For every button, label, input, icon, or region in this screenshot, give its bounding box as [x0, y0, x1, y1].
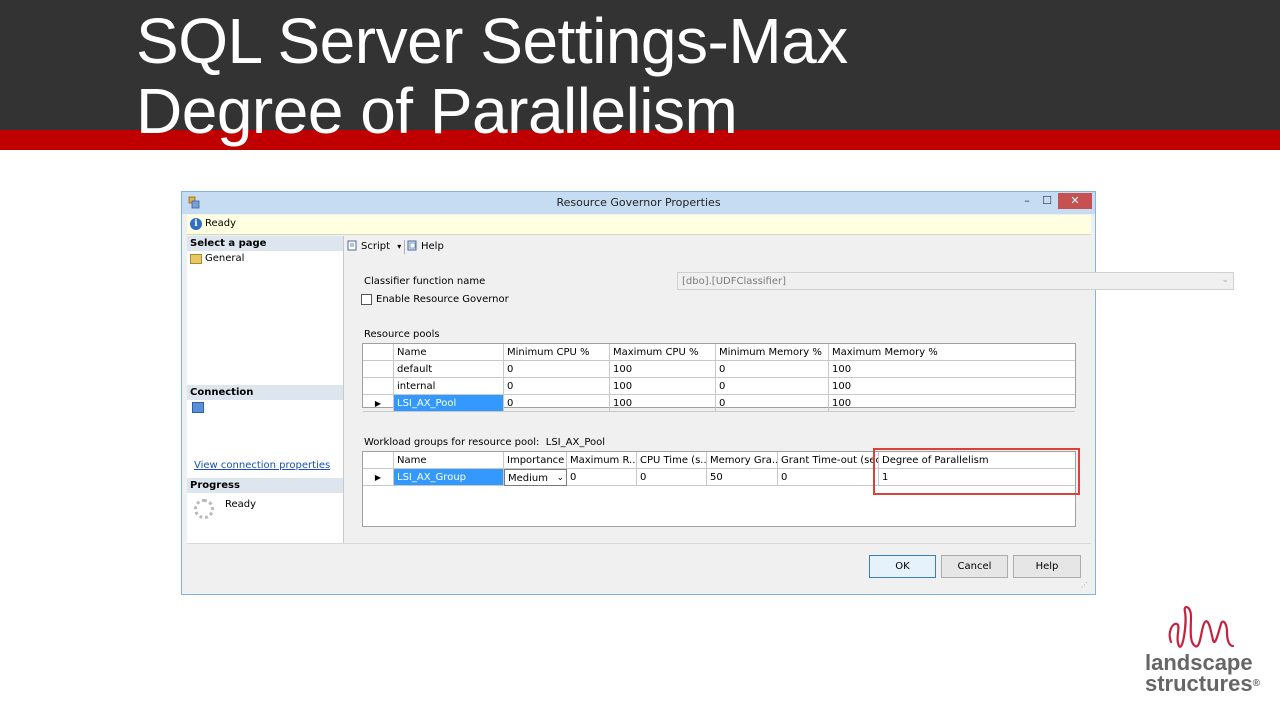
logo-line-2: structures® [1145, 671, 1260, 696]
help-icon [407, 240, 417, 251]
pool-cell[interactable]: 0 [716, 378, 829, 395]
resource-pools-label: Resource pools [364, 329, 440, 340]
pool-name-cell-selected[interactable]: LSI_AX_Pool [394, 395, 504, 412]
group-cell[interactable]: 0 [637, 469, 707, 486]
landscape-structures-logo-icon [1168, 606, 1235, 648]
column-header[interactable]: Maximum Memory % [829, 344, 1075, 361]
column-header[interactable]: CPU Time (s... [637, 452, 707, 469]
chevron-down-icon[interactable]: ⌄ [556, 470, 564, 485]
logo-line-2-text: structures [1145, 671, 1253, 696]
progress-spinner-icon [194, 499, 214, 519]
grid-corner [363, 452, 394, 469]
pool-cell[interactable]: 100 [829, 395, 1075, 412]
chevron-down-icon[interactable]: ▾ [397, 242, 401, 251]
pool-cell[interactable]: 100 [829, 361, 1075, 378]
row-header[interactable] [363, 378, 394, 395]
column-header[interactable]: Memory Gra... [707, 452, 778, 469]
pool-name-cell[interactable]: internal [394, 378, 504, 395]
connection-icon [192, 402, 204, 413]
general-page-icon [190, 254, 202, 264]
column-header[interactable]: Name [394, 344, 504, 361]
status-text: Ready [205, 218, 237, 229]
degree-of-parallelism-highlight [873, 448, 1080, 495]
classifier-function-select[interactable]: [dbo].[UDFClassifier] ⌄ [677, 272, 1234, 290]
info-icon: i [190, 218, 202, 230]
group-cell[interactable]: 0 [778, 469, 879, 486]
page-item-general[interactable]: General [205, 253, 244, 264]
workload-groups-label-text: Workload groups for resource pool: [364, 437, 540, 448]
window-titlebar[interactable]: Resource Governor Properties – ☐ ✕ [182, 192, 1095, 214]
help-toolbar-button[interactable]: Help [407, 240, 444, 252]
column-header[interactable]: Grant Time-out (sec) [778, 452, 879, 469]
column-header[interactable]: Maximum CPU % [610, 344, 716, 361]
workload-groups-pool-name: LSI_AX_Pool [545, 437, 606, 448]
right-pane: Script ▾ Help Classifier function name [… [345, 236, 1234, 543]
help-button[interactable]: Help [1013, 555, 1081, 578]
resource-governor-dialog: Resource Governor Properties – ☐ ✕ i Rea… [181, 191, 1234, 595]
slide-title: SQL Server Settings-Max Degree of Parall… [136, 6, 1236, 146]
workload-groups-label: Workload groups for resource pool: LSI_A… [364, 437, 605, 448]
view-connection-properties-link[interactable]: View connection properties [194, 460, 330, 471]
select-page-header: Select a page [187, 236, 343, 251]
column-header[interactable]: Importance [504, 452, 567, 469]
pool-cell[interactable]: 0 [504, 395, 610, 412]
grid-corner [363, 344, 394, 361]
classifier-function-label: Classifier function name [364, 276, 486, 287]
pool-cell[interactable]: 0 [504, 361, 610, 378]
pool-cell[interactable]: 100 [610, 361, 716, 378]
column-header[interactable]: Minimum Memory % [716, 344, 829, 361]
slide-title-line-1: SQL Server Settings-Max [136, 5, 848, 77]
importance-value: Medium [508, 473, 548, 484]
group-cell[interactable]: 0 [567, 469, 637, 486]
pool-cell[interactable]: 0 [716, 361, 829, 378]
script-label: Script [361, 241, 391, 252]
registered-mark: ® [1252, 678, 1260, 689]
cancel-button[interactable]: Cancel [941, 555, 1008, 578]
pool-cell[interactable]: 0 [716, 395, 829, 412]
slide-title-line-2: Degree of Parallelism [136, 75, 738, 147]
chevron-down-icon[interactable]: ⌄ [1221, 275, 1229, 285]
enable-resource-governor-label: Enable Resource Governor [376, 294, 509, 305]
pool-cell[interactable]: 100 [829, 378, 1075, 395]
pool-cell[interactable]: 0 [504, 378, 610, 395]
column-header[interactable]: Maximum R... [567, 452, 637, 469]
window-title: Resource Governor Properties [556, 196, 721, 209]
logo-wordmark: landscape structures® [1145, 650, 1260, 696]
left-pane: Select a page General Connection View co… [187, 236, 344, 543]
column-header[interactable]: Minimum CPU % [504, 344, 610, 361]
status-bar: i Ready [187, 215, 1091, 235]
pool-cell[interactable]: 100 [610, 395, 716, 412]
pool-cell[interactable]: 100 [610, 378, 716, 395]
current-row-arrow-icon[interactable]: ▶ [363, 469, 394, 486]
column-header[interactable]: Name [394, 452, 504, 469]
progress-header: Progress [187, 478, 343, 493]
row-header[interactable] [363, 361, 394, 378]
toolbar-divider [404, 240, 405, 254]
ok-button[interactable]: OK [869, 555, 936, 578]
resource-pools-grid: Name Minimum CPU % Maximum CPU % Minimum… [362, 343, 1076, 412]
group-name-cell-selected[interactable]: LSI_AX_Group [394, 469, 504, 486]
maximize-icon[interactable]: ☐ [1038, 193, 1056, 209]
group-cell[interactable]: 50 [707, 469, 778, 486]
script-icon [347, 240, 357, 251]
dialog-footer: OK Cancel Help ⋰ [187, 543, 1091, 591]
script-button[interactable]: Script ▾ [347, 240, 401, 252]
minimize-icon[interactable]: – [1018, 193, 1036, 209]
help-toolbar-label: Help [421, 241, 444, 252]
logo-line-1: landscape [1145, 650, 1253, 675]
close-icon[interactable]: ✕ [1058, 193, 1092, 209]
resize-grip-icon[interactable]: ⋰ [1081, 581, 1089, 589]
progress-status: Ready [225, 499, 257, 510]
importance-select[interactable]: Medium ⌄ [504, 469, 567, 486]
enable-resource-governor-checkbox[interactable] [361, 294, 372, 305]
classifier-function-value: [dbo].[UDFClassifier] [682, 276, 787, 287]
current-row-arrow-icon[interactable]: ▶ [363, 395, 394, 412]
connection-header: Connection [187, 385, 343, 400]
pool-name-cell[interactable]: default [394, 361, 504, 378]
